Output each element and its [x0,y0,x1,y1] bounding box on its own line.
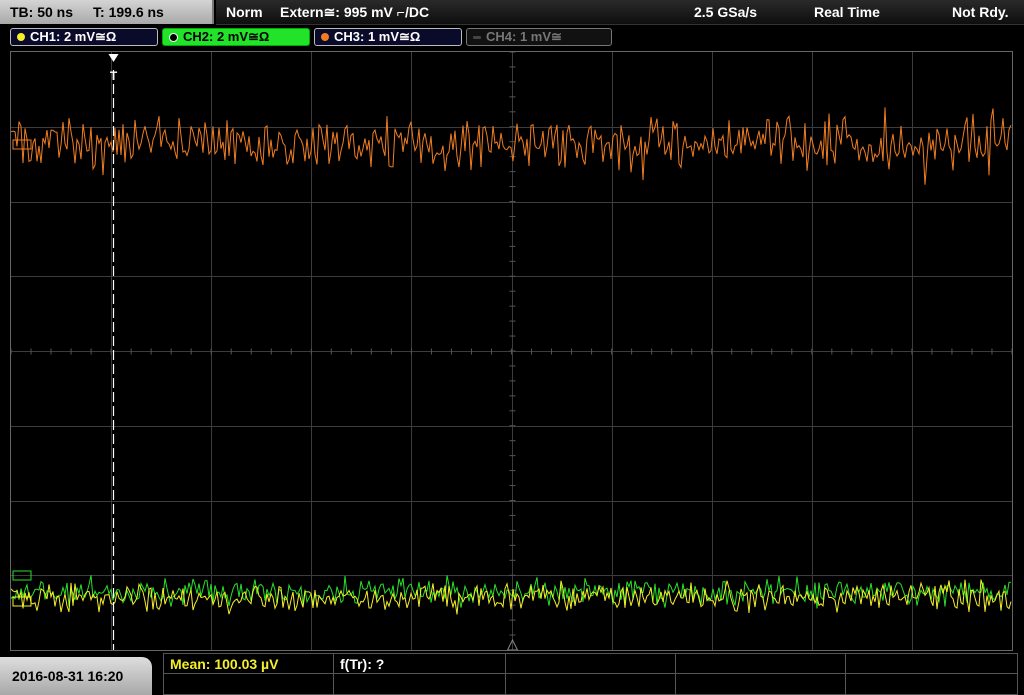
measurement-slot-4[interactable] [676,654,846,674]
channel-3-trace [11,107,1012,185]
measurement-slot-8[interactable] [506,674,676,694]
channel-1-dot-icon [17,33,25,41]
measurement-slot-6[interactable] [164,674,334,694]
acquisition-status: Norm Extern≅: 995 mV ⌐/DC 2.5 GSa/s Real… [216,0,1024,25]
trigger-frequency-measurement[interactable]: f(Tr): ? [334,654,506,674]
channel-2-label: CH2: 2 mV≅Ω [183,29,270,44]
channel-2-button[interactable]: CH2: 2 mV≅Ω [162,28,310,46]
datetime: 2016-08-31 16:20 [12,668,124,684]
trigger-time-readout: T: 199.6 ns [93,4,164,20]
datetime-box: 2016-08-31 16:20 [0,657,152,695]
channel-4-dot-icon [473,35,481,39]
acquisition-mode[interactable]: Real Time [814,4,880,20]
measurement-slot-10[interactable] [846,674,1017,694]
trigger-label: T [110,69,118,83]
trigger-source[interactable]: Extern≅: 995 mV ⌐/DC [280,4,429,21]
channel-4-button[interactable]: CH4: 1 mV≅ [466,28,612,46]
trigger-mode[interactable]: Norm [226,4,263,20]
measurement-slot-5[interactable] [846,654,1017,674]
channel-3-label: CH3: 1 mV≅Ω [334,29,421,44]
mean-measurement[interactable]: Mean: 100.03 µV [164,654,334,674]
waveform-display[interactable]: T [10,51,1013,651]
channel-3-button[interactable]: CH3: 1 mV≅Ω [314,28,462,46]
measurement-slot-3[interactable] [506,654,676,674]
measurement-panel: Mean: 100.03 µV f(Tr): ? [163,653,1018,695]
channel-bar: CH1: 2 mV≅Ω CH2: 2 mV≅Ω CH3: 1 mV≅Ω CH4:… [0,26,1024,48]
channel-1-label: CH1: 2 mV≅Ω [30,29,117,44]
status-bar: TB: 50 ns T: 199.6 ns Norm Extern≅: 995 … [0,0,1024,25]
channel-1-trace [11,579,1012,615]
bottom-bar: 2016-08-31 16:20 Mean: 100.03 µV f(Tr): … [0,652,1024,695]
channel-1-button[interactable]: CH1: 2 mV≅Ω [10,28,158,46]
timebase-box[interactable]: TB: 50 ns T: 199.6 ns [0,0,214,24]
waveform-canvas[interactable]: T [11,52,1012,650]
timebase-readout: TB: 50 ns [10,4,74,20]
channel-3-dot-icon [321,33,329,41]
sample-rate[interactable]: 2.5 GSa/s [694,4,757,20]
measurement-slot-9[interactable] [676,674,846,694]
acquisition-state: Not Rdy. [952,4,1009,20]
channel-4-label: CH4: 1 mV≅ [486,29,562,44]
channel-2-dot-icon [169,32,178,42]
measurement-slot-7[interactable] [334,674,506,694]
trigger-arrow-icon [108,54,119,62]
